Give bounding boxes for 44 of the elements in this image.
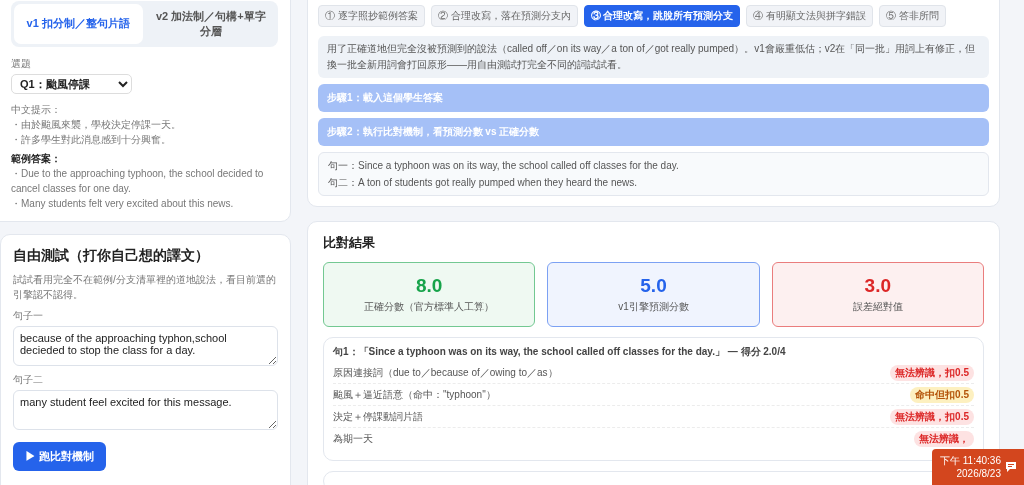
criterion-label: 為期一天 — [333, 432, 373, 446]
criterion-label: 原因連接詞（due to／because of／owing to／as） — [333, 365, 558, 380]
clock-time: 下午 11:40:36 — [940, 453, 1001, 467]
score-label: v1引擎預測分數 — [618, 300, 689, 314]
score-label: 誤差絕對值 — [852, 300, 903, 314]
scenario-tab[interactable]: ② 合理改寫，落在預測分支內 — [430, 5, 578, 27]
score-value: 5.0 — [640, 275, 667, 297]
reference-sentence: 句二：A ton of students got really pumped when they heard the news. — [328, 176, 639, 190]
version-tab[interactable]: v2 加法制／句構+單字分層 — [146, 4, 275, 44]
answer-field[interactable]: because of the approaching typhon,school decieded to stop the class for a day. — [13, 325, 278, 366]
select-label: 選題 — [11, 56, 32, 71]
question-select[interactable]: Q1：颱風停課 — [11, 73, 132, 94]
field-label: 句子一 — [13, 308, 44, 323]
score-label: 正確分數（官方標準人工算） — [364, 300, 495, 314]
scenario-tab[interactable]: ④ 有明顯文法與拼字錯誤 — [746, 5, 874, 27]
sample-answer-line: ・Due to the approaching typhoon, the school decided to cancel classes for one day. — [11, 166, 265, 196]
criterion-label: 決定＋停課動詞片語 — [333, 409, 423, 424]
score-value: 3.0 — [864, 275, 892, 297]
criterion-label: 颱風＋逼近語意（命中："typhoon"） — [333, 387, 496, 402]
hint-title: 中文提示： — [11, 102, 62, 117]
score-value: 8.0 — [415, 275, 443, 297]
verdict-badge: 無法辨識，扣0.5 — [890, 408, 974, 425]
field-label: 句子二 — [13, 372, 44, 387]
hint-line: ・由於颱風來襲，學校決定停課一天。 — [11, 117, 182, 132]
sample-answer-title: 範例答案： — [11, 151, 62, 166]
scenario-tab[interactable]: ③ 合理改寫，跳脫所有預測分支 — [583, 5, 741, 27]
hint-line: ・許多學生對此消息感到十分興奮。 — [11, 132, 172, 147]
sentence-score-title: 句1：「Since a typhoon was on its way, the school called off classes for the day.」 — 得分 2.0/4 — [333, 345, 787, 359]
sample-answer-line: ・Many students felt very excited about this news. — [11, 196, 235, 211]
run-button[interactable]: ▶ 跑比對機制 — [13, 441, 107, 471]
reference-sentence: 句一：Since a typhoon was on its way, the school called off classes for the day. — [328, 159, 680, 173]
panel-title: 自由測試（打你自己想的譯文） — [13, 246, 210, 265]
verdict-badge: 無法辨識， — [914, 431, 974, 447]
results-title: 比對結果 — [323, 234, 376, 252]
scenario-description: 用了正確道地但完全沒被預測到的說法（called off／on its way／a ton of／got really pumped）。v1會嚴重低估；v2在「同一批」用詞上有修正，但換一批全新用詞會打回原形——用自由測試打完全不同的詞試試看。 — [318, 36, 989, 78]
clock-date: 2026/8/23 — [956, 467, 1001, 481]
scenario-tab[interactable]: ⑤ 答非所問 — [879, 5, 946, 27]
scenario-tab[interactable]: ① 逐字照抄範例答案 — [318, 5, 425, 27]
panel-description: 試試看用完全不在範例/分支清單裡的道地說法，看目前選的引擎認不認得。 — [13, 272, 277, 302]
version-tab[interactable]: v1 扣分制／整句片語 — [14, 4, 143, 44]
notification-icon[interactable] — [1004, 461, 1017, 473]
answer-field[interactable]: many student feel excited for this message. — [13, 389, 278, 430]
verdict-badge: 無法辨識，扣0.5 — [890, 364, 974, 381]
verdict-badge: 命中但扣0.5 — [910, 386, 974, 403]
